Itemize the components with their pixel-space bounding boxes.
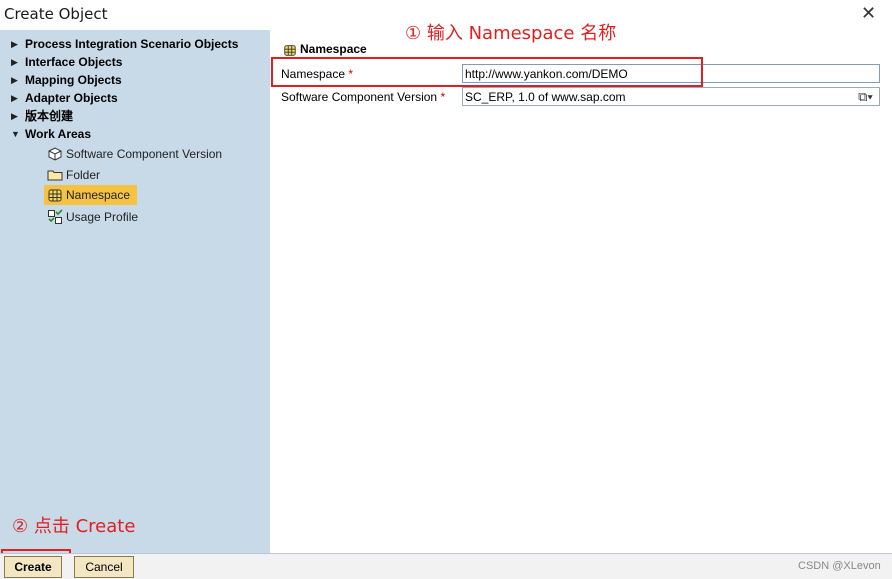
required-marker: * xyxy=(440,90,446,104)
tree-item-namespace[interactable]: Namespace xyxy=(0,185,270,205)
collapse-arrow-icon[interactable]: ▼ xyxy=(11,125,20,143)
close-icon[interactable]: ✕ xyxy=(861,3,876,24)
annotation-step2: ② 点击 Create xyxy=(12,516,136,537)
cancel-button[interactable]: Cancel xyxy=(74,556,134,578)
expand-arrow-icon[interactable]: ▶ xyxy=(11,53,18,71)
annotation-highlight-namespace xyxy=(271,57,703,87)
expand-arrow-icon[interactable]: ▶ xyxy=(11,35,18,53)
expand-arrow-icon[interactable]: ▶ xyxy=(11,71,18,89)
software-component-version-label: Software Component Version * xyxy=(281,90,446,104)
usage-profile-icon xyxy=(48,209,63,224)
folder-icon xyxy=(47,170,63,181)
annotation-step1: ① 输入 Namespace 名称 xyxy=(405,23,617,44)
tree-item-folder[interactable]: Folder xyxy=(0,165,270,185)
software-component-version-field[interactable] xyxy=(462,87,880,106)
namespace-icon xyxy=(284,45,296,56)
details-pane xyxy=(270,30,892,553)
namespace-icon xyxy=(48,189,62,202)
value-help-icon[interactable]: ⧉▾ xyxy=(852,88,879,105)
expand-arrow-icon[interactable]: ▶ xyxy=(11,89,18,107)
create-button[interactable]: Create xyxy=(4,556,62,578)
software-component-icon xyxy=(48,147,62,161)
watermark: CSDN @XLevon xyxy=(798,560,881,572)
tree-item-usage-profile[interactable]: Usage Profile xyxy=(0,207,270,227)
tree-item-software-component-version[interactable]: Software Component Version xyxy=(0,144,270,164)
dialog-title: Create Object xyxy=(4,5,108,23)
expand-arrow-icon[interactable]: ▶ xyxy=(11,107,18,125)
